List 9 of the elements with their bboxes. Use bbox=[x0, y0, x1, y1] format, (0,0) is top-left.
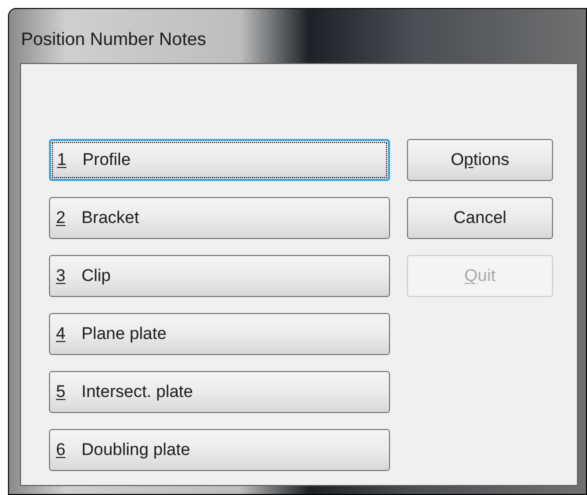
dialog-button[interactable]: Options bbox=[407, 139, 553, 181]
choice-button[interactable]: 6 Doubling plate bbox=[49, 429, 390, 471]
choice-button[interactable]: 2 Bracket bbox=[49, 197, 390, 239]
choice-button[interactable]: 3 Clip bbox=[49, 255, 390, 297]
choice-button[interactable]: 1 Profile bbox=[49, 139, 390, 181]
window-title: Position Number Notes bbox=[20, 28, 206, 50]
dialog-button[interactable]: Cancel bbox=[407, 197, 553, 239]
choice-button[interactable]: 4 Plane plate bbox=[49, 313, 390, 355]
choice-button[interactable]: 5 Intersect. plate bbox=[49, 371, 390, 413]
